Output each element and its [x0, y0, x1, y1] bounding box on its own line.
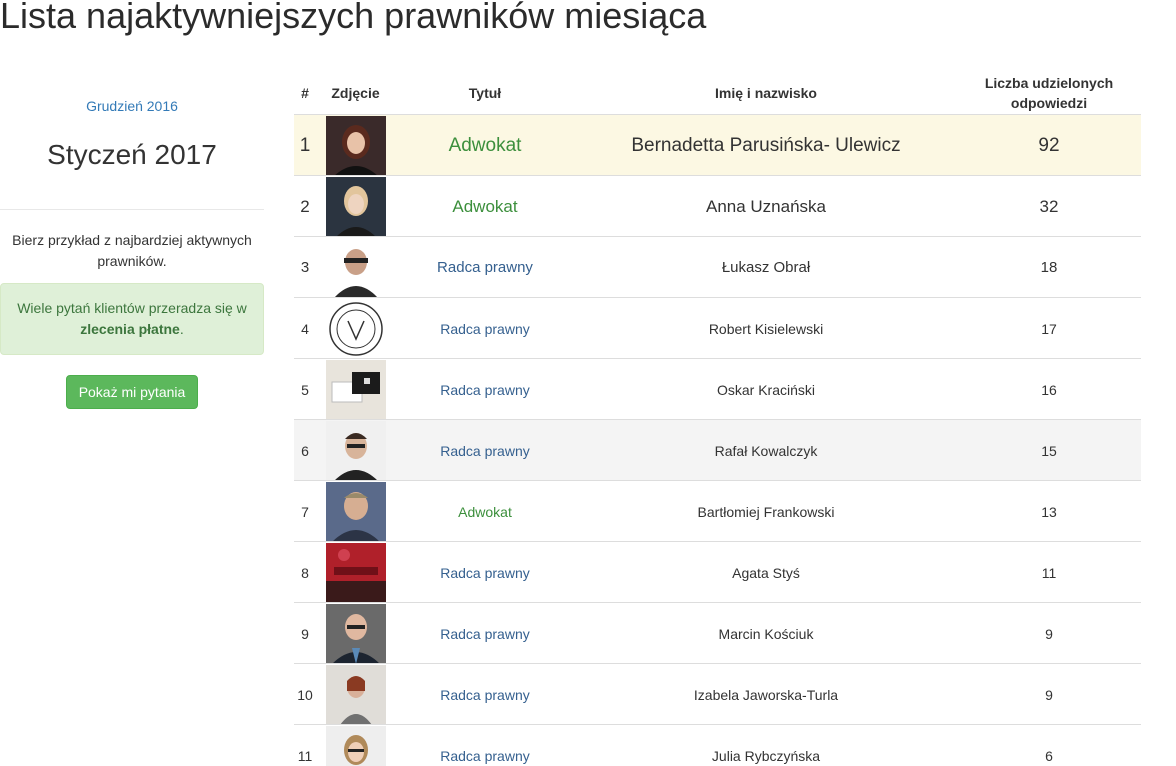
- header-title: Tytuł: [468, 85, 502, 101]
- lawyer-name[interactable]: Łukasz Obrał: [578, 237, 954, 298]
- table-row: 4 Radca prawny Robert Kisielewski 17: [294, 297, 1141, 359]
- sidebar: Grudzień 2016 Styczeń 2017 Bierz przykła…: [0, 96, 264, 409]
- table-row: 11 Radca prawny Julia Rybczyńska 6: [294, 724, 1141, 766]
- lawyer-title[interactable]: Radca prawny: [392, 237, 578, 298]
- lawyer-name[interactable]: Robert Kisielewski: [578, 298, 954, 359]
- lawyer-photo[interactable]: [325, 725, 386, 766]
- header-num: #: [301, 85, 309, 101]
- lawyer-name[interactable]: Izabela Jaworska-Turla: [578, 664, 954, 725]
- table-row: 9 Radca prawny Marcin Kościuk 9: [294, 602, 1141, 664]
- lawyer-photo[interactable]: [325, 603, 386, 664]
- lawyer-photo[interactable]: [325, 481, 386, 542]
- lawyer-photo[interactable]: [325, 237, 386, 298]
- sidebar-divider: [0, 209, 264, 210]
- lawyer-title[interactable]: Radca prawny: [392, 603, 578, 664]
- lawyer-photo[interactable]: [325, 664, 386, 725]
- answer-count: 32: [1039, 196, 1059, 216]
- header-photo: Zdjęcie: [331, 85, 380, 101]
- lawyer-name[interactable]: Agata Styś: [578, 542, 954, 603]
- table-row: 7 Adwokat Bartłomiej Frankowski 13: [294, 480, 1141, 542]
- page-title: Lista najaktywniejszych prawników miesią…: [0, 0, 707, 36]
- row-rank: 4: [301, 320, 309, 337]
- lawyer-title[interactable]: Radca prawny: [392, 542, 578, 603]
- table-row: 1 Adwokat Bernadetta Parusińska- Ulewicz…: [294, 114, 1141, 176]
- lawyer-title[interactable]: Adwokat: [392, 115, 578, 176]
- answer-count: 11: [1041, 564, 1057, 581]
- row-rank: 8: [301, 564, 309, 581]
- lawyer-title[interactable]: Radca prawny: [392, 298, 578, 359]
- row-rank: 3: [300, 259, 310, 276]
- answer-count: 18: [1040, 259, 1058, 276]
- alert-text: Wiele pytań klientów przeradza się w: [17, 300, 247, 316]
- lawyer-title[interactable]: Adwokat: [392, 481, 578, 542]
- alert-bold-text: zlecenia płatne: [80, 321, 180, 337]
- lawyer-name[interactable]: Marcin Kościuk: [578, 603, 954, 664]
- sidebar-intro-text: Bierz przykład z najbardziej aktywnych p…: [12, 232, 252, 269]
- lawyer-name[interactable]: Bernadetta Parusińska- Ulewicz: [578, 115, 954, 176]
- lawyer-name[interactable]: Bartłomiej Frankowski: [578, 481, 954, 542]
- table-row: 8 Radca prawny Agata Styś 11: [294, 541, 1141, 603]
- lawyer-photo[interactable]: [325, 542, 386, 603]
- paid-orders-alert: Wiele pytań klientów przeradza się w zle…: [0, 283, 264, 355]
- lawyer-name[interactable]: Rafał Kowalczyk: [578, 420, 954, 481]
- answer-count: 9: [1045, 625, 1053, 642]
- table-row: 6 Radca prawny Rafał Kowalczyk 15: [294, 419, 1141, 481]
- answer-count: 9: [1045, 686, 1053, 703]
- lawyer-title[interactable]: Radca prawny: [392, 359, 578, 420]
- lawyer-title[interactable]: Radca prawny: [392, 725, 578, 766]
- row-rank: 9: [301, 625, 309, 642]
- prev-month-link[interactable]: Grudzień 2016: [0, 96, 264, 116]
- row-rank: 1: [299, 134, 311, 156]
- row-rank: 5: [301, 381, 309, 398]
- lawyer-title[interactable]: Adwokat: [392, 176, 578, 237]
- lawyer-name[interactable]: Oskar Kraciński: [578, 359, 954, 420]
- lawyer-photo[interactable]: [325, 298, 386, 359]
- lawyer-photo[interactable]: [325, 176, 386, 237]
- lawyer-name[interactable]: Anna Uznańska: [578, 176, 954, 237]
- alert-text-end: .: [179, 321, 184, 337]
- answer-count: 17: [1041, 320, 1057, 337]
- lawyer-photo[interactable]: [325, 420, 386, 481]
- row-rank: 7: [301, 503, 309, 520]
- lawyer-photo[interactable]: [325, 359, 386, 420]
- lawyers-table: 1 Adwokat Bernadetta Parusińska- Ulewicz…: [294, 114, 1141, 766]
- header-name: Imię i nazwisko: [715, 85, 817, 101]
- row-rank: 10: [297, 686, 313, 703]
- table-row: 2 Adwokat Anna Uznańska 32: [294, 175, 1141, 237]
- row-rank: 2: [300, 196, 310, 216]
- answer-count: 6: [1045, 747, 1053, 764]
- answer-count: 16: [1041, 381, 1057, 398]
- lawyer-title[interactable]: Radca prawny: [392, 664, 578, 725]
- lawyer-name[interactable]: Julia Rybczyńska: [578, 725, 954, 766]
- answer-count: 92: [1038, 134, 1060, 156]
- table-row: 5 Radca prawny Oskar Kraciński 16: [294, 358, 1141, 420]
- show-questions-button[interactable]: Pokaż mi pytania: [65, 375, 199, 409]
- table-row: 10 Radca prawny Izabela Jaworska-Turla 9: [294, 663, 1141, 725]
- row-rank: 11: [297, 747, 313, 764]
- answer-count: 15: [1041, 442, 1057, 459]
- lawyer-photo[interactable]: [325, 115, 386, 176]
- lawyer-title[interactable]: Radca prawny: [392, 420, 578, 481]
- row-rank: 6: [301, 442, 309, 459]
- header-count: Liczba udzielonych odpowiedzi: [984, 75, 1114, 111]
- current-month-heading: Styczeń 2017: [47, 139, 217, 170]
- table-row: 3 Radca prawny Łukasz Obrał 18: [294, 236, 1141, 298]
- answer-count: 13: [1041, 503, 1057, 520]
